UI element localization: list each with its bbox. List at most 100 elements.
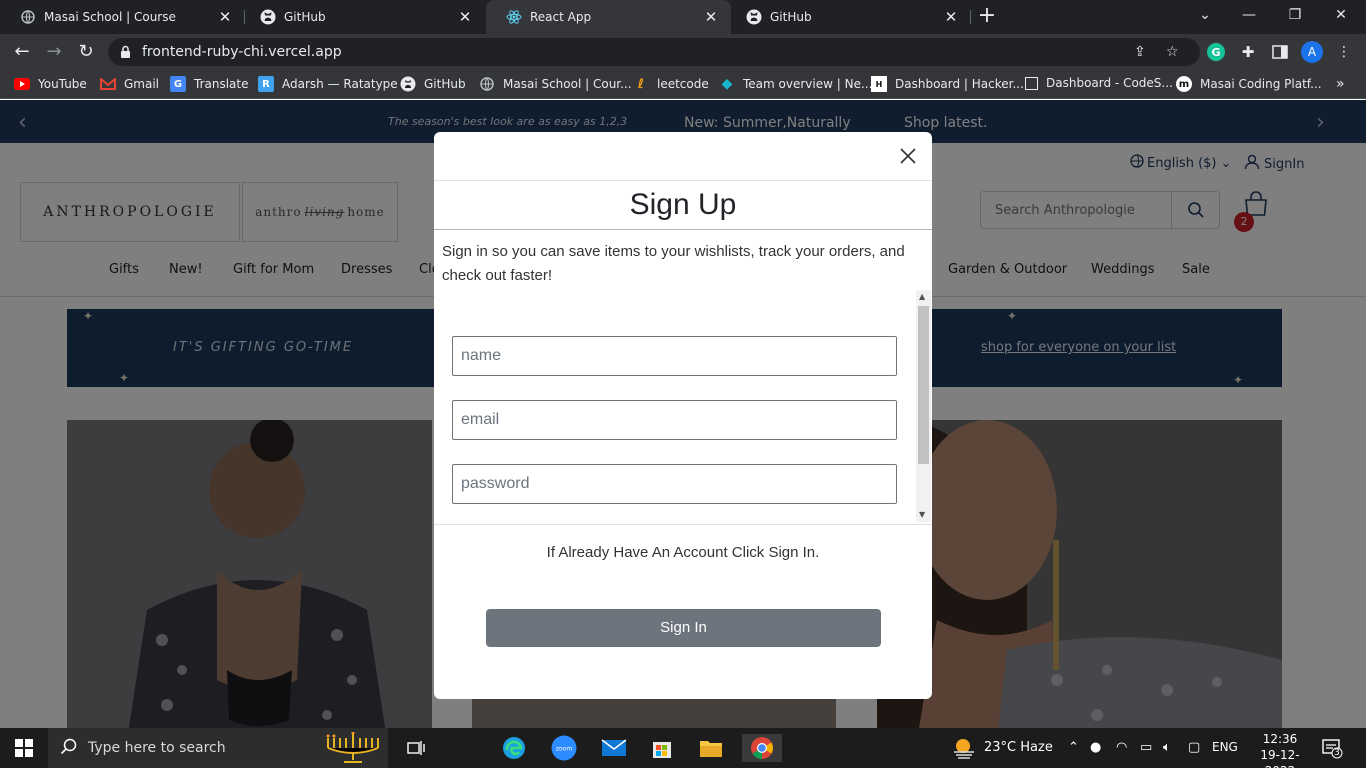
bookmark-label: Gmail (124, 77, 160, 91)
github-icon (260, 9, 276, 25)
sign-in-button[interactable]: Sign In (486, 609, 881, 647)
file-explorer-icon[interactable] (697, 734, 725, 762)
tab-masai[interactable]: Masai School | Course ✕ (0, 0, 245, 34)
weather-icon[interactable] (950, 734, 978, 762)
extensions-icon[interactable]: ✚ (1238, 42, 1258, 62)
scrollbar-thumb[interactable] (918, 306, 929, 464)
share-icon[interactable]: ⇪ (1134, 44, 1146, 60)
profile-avatar[interactable]: A (1301, 41, 1323, 63)
forward-button[interactable]: → (42, 40, 66, 64)
close-window-button[interactable]: ✕ (1318, 0, 1364, 34)
edge-icon[interactable] (500, 734, 528, 762)
bookmark-star-icon[interactable]: ☆ (1166, 44, 1179, 60)
language-indicator[interactable]: ENG (1212, 740, 1238, 754)
scroll-down-icon[interactable]: ▼ (919, 510, 925, 519)
bookmark-label: leetcode (657, 77, 709, 91)
email-field[interactable]: email (452, 400, 897, 440)
close-tab-icon[interactable]: ✕ (943, 8, 959, 26)
back-button[interactable]: ← (10, 40, 34, 64)
clock[interactable]: 12:36 19-12-2022 (1258, 731, 1302, 768)
svg-text:G: G (1211, 46, 1220, 59)
app-tray-icon[interactable]: ● (1090, 740, 1101, 755)
menorah-icon (324, 731, 382, 767)
grammarly-icon[interactable]: G (1206, 42, 1226, 62)
notification-count: 3 (1334, 748, 1340, 758)
bookmark-ratatype[interactable]: R Adarsh — Ratatype (258, 76, 398, 92)
already-account-text: If Already Have An Account Click Sign In… (546, 544, 820, 561)
address-bar[interactable]: frontend-ruby-chi.vercel.app ⇪ ☆ (108, 38, 1200, 66)
close-tab-icon[interactable]: ✕ (457, 8, 473, 26)
clock-time: 12:36 (1262, 732, 1298, 746)
url-text: frontend-ruby-chi.vercel.app (142, 44, 342, 60)
tab-title: React App (530, 10, 592, 24)
github-icon (746, 9, 762, 25)
bookmark-github[interactable]: GitHub (400, 76, 466, 92)
chrome-icon[interactable] (742, 734, 782, 762)
bookmark-masai-coding[interactable]: m Masai Coding Platf... (1176, 76, 1322, 92)
browser-toolbar: ← → ↻ frontend-ruby-chi.vercel.app ⇪ ☆ G… (0, 34, 1366, 70)
taskbar-search[interactable]: Type here to search (48, 728, 388, 768)
modal-title: Sign Up (629, 188, 737, 221)
bookmark-label: Dashboard - CodeS... (1046, 76, 1173, 90)
close-tab-icon[interactable]: ✕ (703, 8, 719, 26)
password-placeholder: password (461, 475, 530, 492)
menu-icon[interactable]: ⋮ (1334, 42, 1354, 62)
bookmark-label: YouTube (38, 77, 87, 91)
tab-search-icon[interactable]: ⌄ (1182, 0, 1228, 34)
bookmark-label: Masai School | Cour... (503, 77, 632, 91)
battery-icon[interactable]: ▭ (1140, 740, 1152, 755)
hackerrank-icon: H (871, 76, 887, 92)
bookmark-label: Dashboard | Hacker... (895, 77, 1024, 91)
reload-button[interactable]: ↻ (74, 40, 98, 64)
weather-text[interactable]: 23°C Haze (984, 740, 1053, 755)
tab-title: GitHub (284, 10, 326, 24)
side-panel-icon[interactable] (1270, 42, 1290, 62)
name-field[interactable]: name (452, 336, 897, 376)
close-icon[interactable] (898, 146, 918, 166)
more-bookmarks-icon[interactable]: » (1336, 76, 1345, 92)
bookmark-label: Masai Coding Platf... (1200, 77, 1322, 91)
bookmark-masai[interactable]: Masai School | Cour... (479, 76, 632, 92)
new-tab-button[interactable]: + (976, 5, 998, 27)
bookmark-label: Adarsh — Ratatype (282, 77, 398, 91)
scroll-up-icon[interactable]: ▲ (919, 292, 925, 301)
name-placeholder: name (461, 347, 502, 364)
bookmark-label: Team overview | Ne... (743, 77, 873, 91)
bookmark-team-overview[interactable]: ◆ Team overview | Ne... (719, 76, 873, 92)
volume-icon[interactable]: 🔈︎ (1163, 740, 1171, 755)
mail-icon[interactable] (600, 734, 628, 762)
ratatype-icon: R (258, 76, 274, 92)
zoom-icon[interactable]: zoom (550, 734, 578, 762)
bookmark-codesignal[interactable]: Dashboard - CodeS... (1025, 76, 1173, 90)
bookmark-translate[interactable]: G Translate (170, 76, 249, 92)
tab-github-2[interactable]: GitHub ✕ (726, 0, 971, 34)
bookmark-label: GitHub (424, 77, 466, 91)
taskbar: Type here to search zoom 23°C Haze ⌃ ● ◠… (0, 728, 1366, 768)
password-field[interactable]: password (452, 464, 897, 504)
tray-chevron-icon[interactable]: ⌃ (1068, 740, 1079, 755)
tab-separator (970, 10, 971, 24)
bookmark-youtube[interactable]: YouTube (14, 76, 87, 92)
microsoft-store-icon[interactable] (648, 734, 676, 762)
bookmark-gmail[interactable]: Gmail (100, 76, 159, 92)
modal-scrollbar[interactable]: ▲ ▼ (916, 290, 931, 522)
restore-button[interactable]: ❐ (1272, 0, 1318, 34)
bookmark-hackerrank[interactable]: H Dashboard | Hacker... (871, 76, 1024, 92)
lock-icon[interactable] (120, 45, 131, 62)
minimize-button[interactable]: — (1226, 0, 1272, 34)
task-view-icon[interactable] (402, 734, 430, 762)
windows-start-icon[interactable] (10, 734, 38, 762)
globe-icon (20, 9, 36, 25)
tab-github[interactable]: GitHub ✕ (240, 0, 485, 34)
translate-icon: G (170, 76, 186, 92)
leetcode-icon: ℓ (637, 76, 645, 92)
bookmark-leetcode[interactable]: ℓ leetcode (633, 76, 709, 92)
tab-title: GitHub (770, 10, 812, 24)
meet-now-icon[interactable]: ▢ (1188, 740, 1200, 755)
close-tab-icon[interactable]: ✕ (217, 8, 233, 26)
tab-react-app[interactable]: React App ✕ (486, 0, 731, 34)
notification-center-icon[interactable]: 3 (1318, 734, 1346, 762)
email-placeholder: email (461, 411, 500, 428)
clock-date: 19-12-2022 (1260, 748, 1300, 768)
wifi-icon[interactable]: ◠ (1116, 740, 1127, 755)
